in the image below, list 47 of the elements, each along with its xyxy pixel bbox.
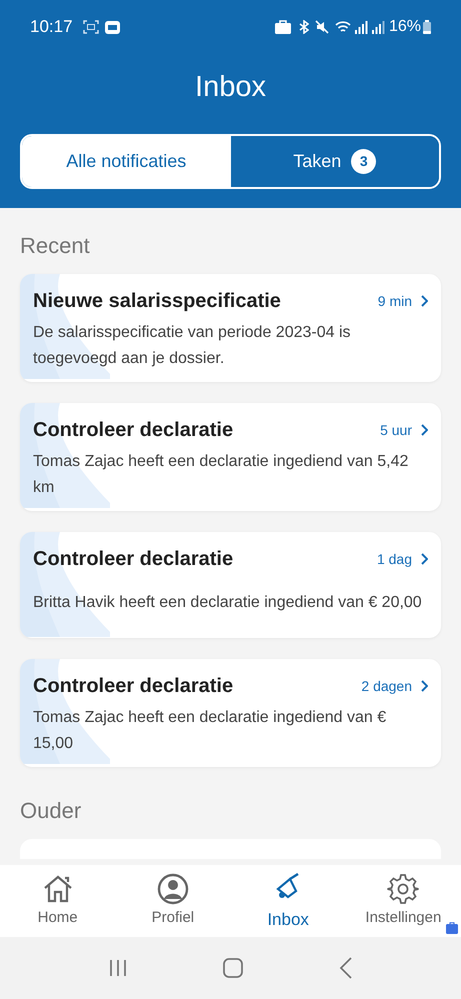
status-time: 10:17 <box>30 16 73 38</box>
card-title: Controleer declaratie <box>33 547 234 572</box>
profile-icon <box>156 873 189 905</box>
nav-tab[interactable]: Home <box>0 865 116 937</box>
chevron-icon <box>420 295 428 307</box>
card-title: Nieuwe salarisspecificatie <box>33 289 282 314</box>
work-badge-icon <box>446 922 458 934</box>
radio-icon <box>104 20 120 34</box>
settings-icon <box>387 873 420 905</box>
notification-card[interactable]: Controleer declaratie 5 uur Tomas Zajac heeft een declaratie ingediend van 5,42 km <box>20 403 441 511</box>
battery-icon <box>423 20 431 34</box>
time-label: 1 dag <box>376 550 412 569</box>
count-badge: 3 <box>351 148 376 174</box>
mute-icon <box>314 20 329 34</box>
section-heading: Recent <box>20 232 90 260</box>
notification-card[interactable]: Controleer declaratie 1 dag Britta Havik heeft een declaratie ingediend van € 20,00 <box>20 532 441 638</box>
card-title: Controleer declaratie <box>33 418 234 443</box>
home-icon <box>42 873 74 905</box>
time-label: 9 min <box>378 292 412 310</box>
bluetooth-icon <box>298 20 309 34</box>
page-title: Inbox <box>195 70 266 105</box>
chevron-icon <box>420 553 428 565</box>
recent-apps-icon[interactable] <box>108 958 128 978</box>
nav-tab[interactable]: Instellingen <box>346 865 461 937</box>
card-message: De salarisspecificatie van periode 2023-04 is toegevoegd aan je dossier. <box>33 323 352 369</box>
card-message: Tomas Zajac heeft een declaratie ingediend van 5,42 km <box>33 452 410 498</box>
card-message: Tomas Zajac heeft een declaratie ingediend van € 15,00 <box>33 708 388 754</box>
card-title: Controleer declaratie <box>33 674 234 699</box>
time-label: 5 uur <box>380 420 412 440</box>
nav-tab[interactable]: Inbox <box>230 865 346 937</box>
chevron-icon <box>420 680 428 692</box>
home-button-icon[interactable] <box>223 958 244 978</box>
signal-icon <box>372 20 385 34</box>
back-icon[interactable] <box>339 957 354 979</box>
signal-icon <box>354 20 368 34</box>
notification-card[interactable]: Controleer declaratie 2 dagen Tomas Zajac heeft een declaratie ingediend van € 15,00 <box>20 659 441 767</box>
notification-card[interactable]: Nieuwe salarisspecificatie 9 min De salarisspecificatie van periode 2023-04 is toegevoegd aan je dossier. <box>20 274 441 382</box>
wifi-icon <box>334 20 351 34</box>
nav-tab[interactable]: Profiel <box>115 865 230 937</box>
card-message: Britta Havik heeft een declaratie ingediend van € 20,00 <box>33 593 422 613</box>
time-label: 2 dagen <box>361 676 412 696</box>
chevron-icon <box>420 424 428 436</box>
briefcase-icon <box>274 20 291 34</box>
battery-percent: 16% <box>388 17 421 37</box>
tab[interactable]: Alle notificaties <box>22 136 230 186</box>
screenshot-icon <box>82 20 99 34</box>
section-heading: Ouder <box>20 797 82 825</box>
